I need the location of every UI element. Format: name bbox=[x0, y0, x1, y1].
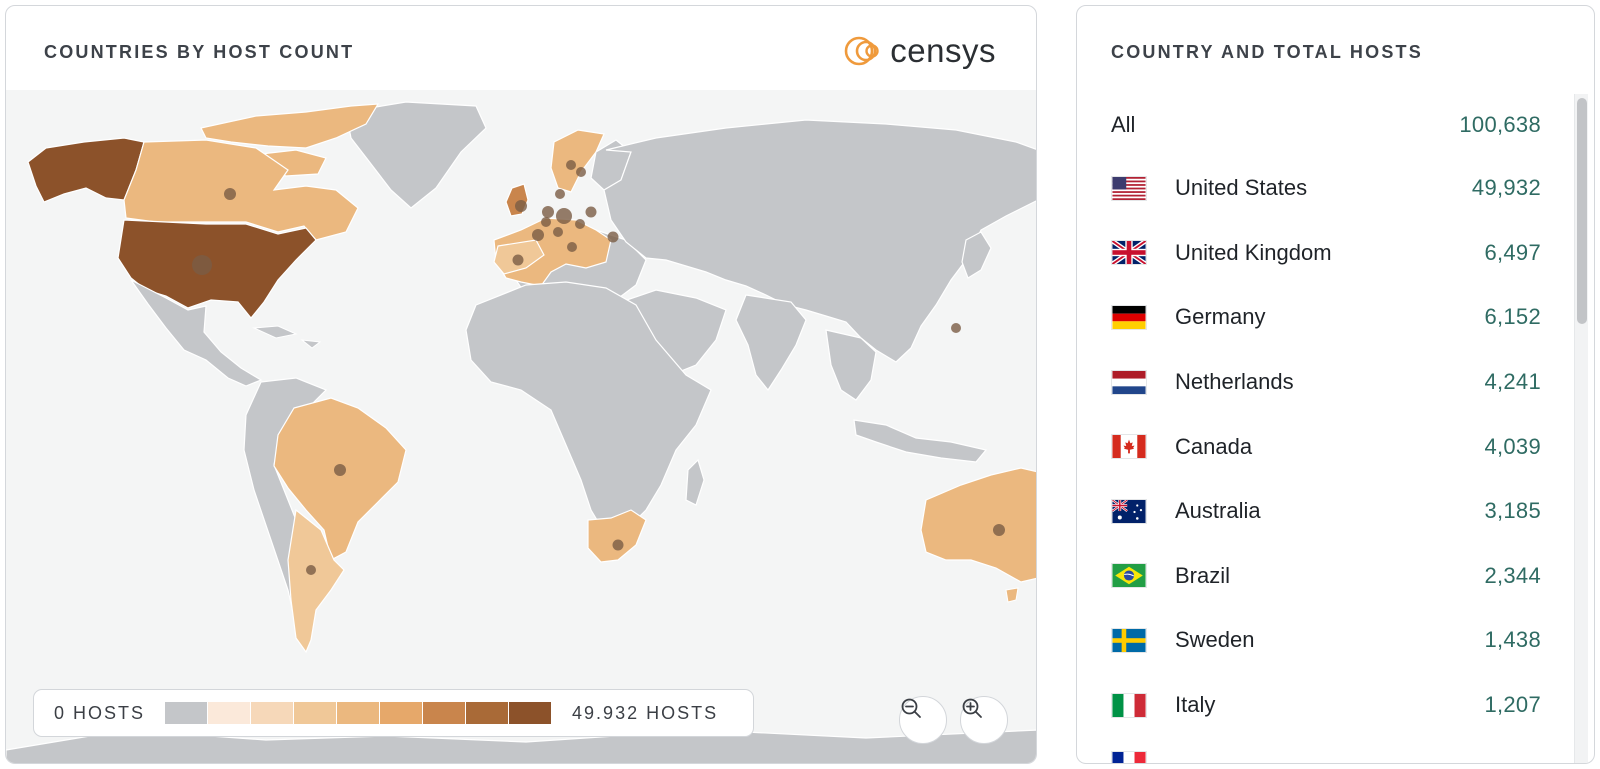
zoom-out-button[interactable] bbox=[899, 696, 947, 744]
list-item-name: United Kingdom bbox=[1175, 239, 1332, 265]
list-item-netherlands[interactable]: Netherlands 4,241 bbox=[1111, 350, 1541, 415]
list-item-count: 6,497 bbox=[1484, 239, 1541, 265]
legend-swatch-8 bbox=[509, 702, 553, 724]
ca-flag-icon bbox=[1111, 434, 1147, 460]
partial-flag-icon bbox=[1111, 750, 1147, 763]
list-item-australia[interactable]: Australia 3,185 bbox=[1111, 479, 1541, 544]
country-host-list[interactable]: All 100,638 United States 49,932 United … bbox=[1111, 94, 1541, 763]
list-item-all[interactable]: All 100,638 bbox=[1111, 94, 1541, 156]
marker-sweden[interactable] bbox=[566, 160, 576, 170]
list-item-name: Australia bbox=[1175, 498, 1261, 524]
list-item-germany[interactable]: Germany 6,152 bbox=[1111, 285, 1541, 350]
uk-flag-icon bbox=[1111, 240, 1147, 266]
list-item-name: Germany bbox=[1175, 304, 1266, 330]
legend-swatch-2 bbox=[251, 702, 295, 724]
marker-germany[interactable] bbox=[556, 208, 572, 224]
map-card: COUNTRIES BY HOST COUNT censys 0 HOSTS 4… bbox=[5, 5, 1037, 764]
zoom-in-button[interactable] bbox=[960, 696, 1008, 744]
list-item-count: 6,152 bbox=[1484, 304, 1541, 330]
list-item-name: United States bbox=[1175, 175, 1308, 201]
marker-switzerland[interactable] bbox=[553, 227, 563, 237]
it-flag-icon bbox=[1111, 692, 1147, 718]
list-scrollbar[interactable] bbox=[1574, 94, 1588, 763]
us-flag-icon bbox=[1111, 175, 1147, 201]
region-uk[interactable] bbox=[505, 183, 529, 217]
list-item-partial[interactable] bbox=[1111, 737, 1541, 763]
de-flag-icon bbox=[1111, 304, 1147, 330]
zoom-out-icon bbox=[901, 698, 921, 718]
marker-norway[interactable] bbox=[576, 167, 586, 177]
nl-flag-icon bbox=[1111, 369, 1147, 395]
legend-swatch-5 bbox=[380, 702, 424, 724]
censys-logo-text: censys bbox=[890, 32, 996, 69]
censys-logo: censys bbox=[844, 32, 996, 70]
legend-swatch-4 bbox=[337, 702, 381, 724]
map-card-title: COUNTRIES BY HOST COUNT bbox=[44, 42, 355, 62]
region-madagascar[interactable] bbox=[685, 458, 705, 506]
list-scrollbar-thumb[interactable] bbox=[1577, 98, 1587, 324]
list-item-name: Sweden bbox=[1175, 627, 1255, 653]
marker-france[interactable] bbox=[532, 229, 544, 241]
marker-uk[interactable] bbox=[515, 200, 527, 212]
world-map[interactable]: 0 HOSTS 49.932 HOSTS bbox=[6, 90, 1037, 764]
legend-swatch-3 bbox=[294, 702, 338, 724]
legend-max-label: 49.932 HOSTS bbox=[572, 702, 719, 723]
list-item-count: 1,207 bbox=[1484, 692, 1541, 718]
marker-netherlands[interactable] bbox=[542, 206, 554, 218]
list-item-name: Italy bbox=[1175, 692, 1216, 718]
map-legend: 0 HOSTS 49.932 HOSTS bbox=[33, 689, 754, 737]
list-item-count: 100,638 bbox=[1459, 112, 1541, 137]
legend-color-scale bbox=[165, 702, 553, 724]
list-card-title: COUNTRY AND TOTAL HOSTS bbox=[1111, 42, 1423, 62]
legend-swatch-7 bbox=[466, 702, 510, 724]
marker-usa[interactable] bbox=[192, 255, 212, 275]
list-item-brazil[interactable]: Brazil 2,344 bbox=[1111, 544, 1541, 609]
zoom-in-icon bbox=[962, 698, 982, 718]
list-item-count: 49,932 bbox=[1471, 175, 1541, 201]
censys-logo-icon bbox=[844, 36, 879, 66]
list-item-name: Canada bbox=[1175, 433, 1253, 459]
list-item-count: 4,039 bbox=[1484, 433, 1541, 459]
region-australia[interactable] bbox=[920, 467, 1037, 583]
region-canada-islands[interactable] bbox=[200, 103, 380, 149]
marker-belgium[interactable] bbox=[541, 217, 551, 227]
region-tasmania[interactable] bbox=[1005, 587, 1019, 603]
marker-taiwan[interactable] bbox=[951, 323, 961, 333]
legend-swatch-1 bbox=[208, 702, 252, 724]
list-item-united-kingdom[interactable]: United Kingdom 6,497 bbox=[1111, 221, 1541, 286]
list-item-count: 2,344 bbox=[1484, 562, 1541, 588]
country-list-card: COUNTRY AND TOTAL HOSTS All 100,638 Unit… bbox=[1076, 5, 1595, 764]
world-map-svg[interactable] bbox=[6, 90, 1037, 764]
legend-swatch-6 bbox=[423, 702, 467, 724]
list-item-name: Netherlands bbox=[1175, 369, 1294, 395]
marker-romania[interactable] bbox=[607, 231, 619, 243]
marker-argentina[interactable] bbox=[306, 565, 316, 575]
list-item-united-states[interactable]: United States 49,932 bbox=[1111, 156, 1541, 221]
region-indonesia[interactable] bbox=[853, 419, 988, 463]
legend-swatch-0 bbox=[165, 702, 209, 724]
marker-south-africa[interactable] bbox=[612, 539, 624, 551]
marker-canada[interactable] bbox=[224, 188, 236, 200]
marker-italy[interactable] bbox=[567, 242, 577, 252]
list-item-name: All bbox=[1111, 112, 1136, 137]
marker-brazil[interactable] bbox=[334, 464, 346, 476]
marker-denmark[interactable] bbox=[555, 189, 565, 199]
list-item-count: 3,185 bbox=[1484, 498, 1541, 524]
marker-czechia[interactable] bbox=[575, 219, 585, 229]
marker-australia[interactable] bbox=[993, 524, 1005, 536]
list-item-sweden[interactable]: Sweden 1,438 bbox=[1111, 608, 1541, 673]
marker-poland[interactable] bbox=[585, 206, 597, 218]
region-india[interactable] bbox=[735, 294, 807, 392]
au-flag-icon bbox=[1111, 498, 1147, 524]
list-item-canada[interactable]: Canada 4,039 bbox=[1111, 414, 1541, 479]
list-item-count: 1,438 bbox=[1484, 627, 1541, 653]
legend-min-label: 0 HOSTS bbox=[54, 702, 146, 723]
region-caribbean[interactable] bbox=[252, 325, 322, 349]
list-item-name: Brazil bbox=[1175, 562, 1231, 588]
marker-spain[interactable] bbox=[512, 254, 524, 266]
se-flag-icon bbox=[1111, 627, 1147, 653]
list-item-italy[interactable]: Italy 1,207 bbox=[1111, 673, 1541, 738]
list-item-count: 4,241 bbox=[1484, 369, 1541, 395]
br-flag-icon bbox=[1111, 563, 1147, 589]
